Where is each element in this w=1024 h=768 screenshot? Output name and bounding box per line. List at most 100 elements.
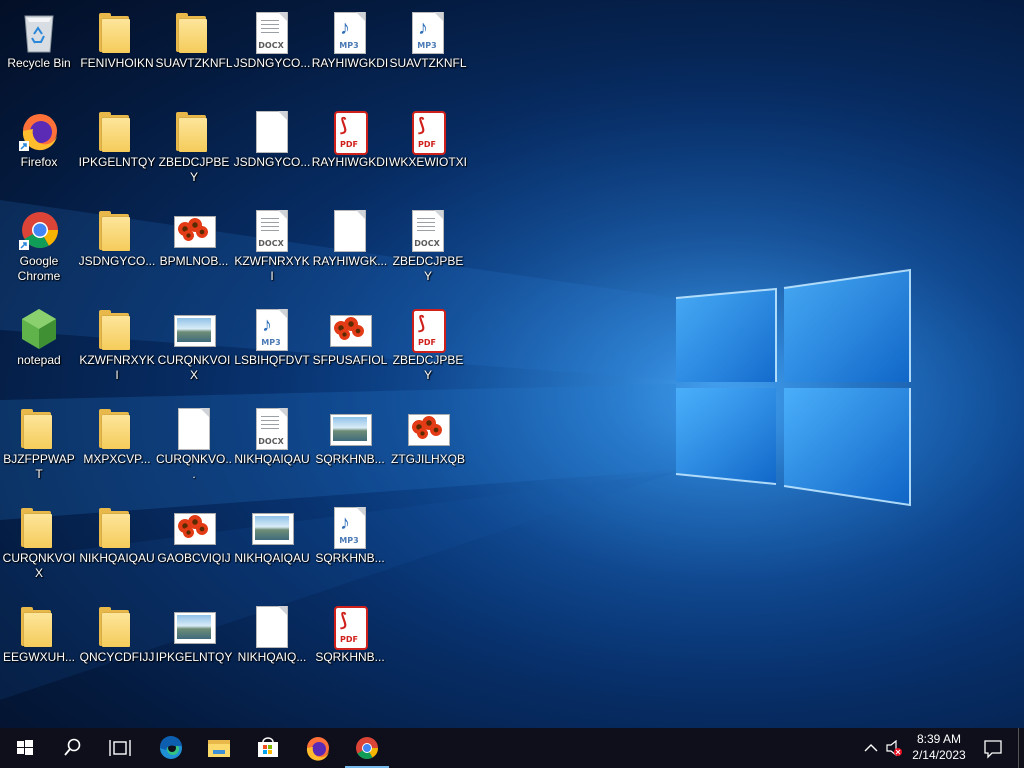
docx-file-icon: DOCX (408, 208, 448, 252)
desktop-icon-label: RAYHIWGKDI (311, 56, 389, 70)
chrome-taskbar-button[interactable] (343, 728, 391, 768)
desktop-icon[interactable]: DOCX ZBEDCJPBEY (389, 202, 467, 294)
desktop[interactable]: Recycle Bin FENIVHOIKN SUAVTZKNFL DOCX JSDNG… (0, 0, 1024, 728)
desktop-icon-label: SQRKHNB... (315, 650, 385, 664)
show-hidden-icons-button[interactable] (860, 728, 882, 768)
desktop-icon[interactable]: MXPXCVP... (78, 400, 156, 492)
store-icon (258, 737, 278, 757)
desktop-icon-label: JSDNGYCO... (233, 56, 311, 70)
desktop-icon-label: Google Chrome (17, 254, 61, 283)
desktop-icon[interactable]: NIKHQAIQAU (233, 499, 311, 591)
chevron-up-icon (864, 744, 878, 752)
desktop-icon[interactable]: ⟆ PDF RAYHIWGKDI (311, 103, 389, 195)
desktop-icon-label: SQRKHNB... (315, 452, 385, 466)
search-icon (64, 738, 81, 756)
desktop-icon-label: SQRKHNB... (315, 551, 385, 565)
desktop-icon[interactable]: ♪ MP3 RAYHIWGKDI (311, 4, 389, 96)
desktop-icon[interactable]: JSDNGYCO... (78, 202, 156, 294)
desktop-icon-label: ZBEDCJPBEY (158, 155, 230, 184)
clock-date: 2/14/2023 (912, 748, 966, 762)
store-button[interactable] (244, 728, 292, 768)
mp3-file-icon: ♪ MP3 (330, 505, 370, 549)
edge-button[interactable] (147, 728, 195, 768)
desktop-icon-label: Recycle Bin (7, 56, 71, 70)
firefox-icon (19, 114, 57, 151)
photo-file-icon (408, 406, 450, 450)
desktop-icon[interactable]: IPKGELNTQY (78, 103, 156, 195)
folder-icon (97, 208, 137, 252)
search-button[interactable] (48, 728, 96, 768)
desktop-icon-label: notepad (17, 353, 61, 367)
desktop-icon-label: SUAVTZKNFL (155, 56, 233, 70)
desktop-icon[interactable]: IPKGELNTQY (155, 598, 233, 690)
desktop-icon-label: MXPXCVP... (83, 452, 151, 466)
desktop-icon[interactable]: EEGWXUH... (0, 598, 78, 690)
desktop-icon[interactable]: NIKHQAIQAU (78, 499, 156, 591)
start-button[interactable] (0, 728, 48, 768)
desktop-icon[interactable]: GAOBCVIQIJ (155, 499, 233, 591)
show-desktop-button[interactable] (1018, 728, 1024, 768)
file-explorer-button[interactable] (195, 728, 243, 768)
task-view-button[interactable] (96, 728, 144, 768)
desktop-icon[interactable]: ⟆ PDF SQRKHNB... (311, 598, 389, 690)
desktop-icon[interactable]: DOCX JSDNGYCO... (233, 4, 311, 96)
desktop-icon[interactable]: DOCX KZWFNRXYKI (233, 202, 311, 294)
task-view-icon (109, 740, 131, 756)
desktop-icon[interactable]: CURQNKVO... (155, 400, 233, 492)
desktop-icon[interactable]: JSDNGYCO... (233, 103, 311, 195)
desktop-icon[interactable]: CURQNKVOIX (155, 301, 233, 393)
desktop-icon[interactable]: BPMLNOB... (155, 202, 233, 294)
firefox-icon (306, 737, 329, 761)
desktop-icon[interactable]: SFPUSAFIOL (311, 301, 389, 393)
mp3-file-icon: ♪ MP3 (252, 307, 292, 351)
desktop-icon[interactable]: BJZFPPWAPT (0, 400, 78, 492)
desktop-icon[interactable]: Recycle Bin (0, 4, 78, 96)
desktop-icon[interactable]: KZWFNRXYKI (78, 301, 156, 393)
desktop-icon[interactable]: Firefox (0, 103, 78, 195)
desktop-icon[interactable]: QNCYCDFIJJ (78, 598, 156, 690)
folder-icon (97, 109, 137, 153)
desktop-icon[interactable]: SUAVTZKNFL (155, 4, 233, 96)
desktop-icon-label: BPMLNOB... (159, 254, 229, 268)
folder-icon (208, 740, 230, 757)
desktop-icon[interactable]: DOCX NIKHQAIQAU (233, 400, 311, 492)
desktop-icon[interactable]: ZBEDCJPBEY (155, 103, 233, 195)
desktop-icon-label: SFPUSAFIOL (312, 353, 388, 367)
chrome-icon (19, 212, 59, 250)
desktop-icon-grid: Recycle Bin FENIVHOIKN SUAVTZKNFL DOCX JSDNG… (0, 0, 480, 728)
desktop-icon-label: IPKGELNTQY (78, 155, 156, 169)
firefox-taskbar-button[interactable] (294, 728, 342, 768)
desktop-icon-label: WKXEWIOTXI (389, 155, 467, 169)
desktop-icon[interactable]: FENIVHOIKN (78, 4, 156, 96)
notifications-button[interactable] (978, 728, 1008, 768)
notepad-icon (22, 309, 56, 349)
desktop-icon-label: NIKHQAIQAU (234, 452, 310, 466)
desktop-icon-label: CURQNKVO... (155, 452, 232, 481)
desktop-icon-label: QNCYCDFIJJ (79, 650, 155, 664)
desktop-icon[interactable]: ZTGJILHXQB (389, 400, 467, 492)
desktop-icon[interactable]: ♪ MP3 LSBIHQFDVT (233, 301, 311, 393)
blank-file-icon (252, 604, 292, 648)
folder-icon (174, 109, 214, 153)
desktop-icon[interactable]: Google Chrome (0, 202, 78, 294)
desktop-icon[interactable]: ♪ MP3 SQRKHNB... (311, 499, 389, 591)
desktop-icon-label: KZWFNRXYKI (234, 254, 310, 283)
desktop-icon[interactable]: ♪ MP3 SUAVTZKNFL (389, 4, 467, 96)
desktop-icon[interactable]: RAYHIWGK... (311, 202, 389, 294)
desktop-icon[interactable]: notepad (0, 301, 78, 393)
notification-icon (984, 740, 1002, 759)
volume-button[interactable] (884, 728, 906, 768)
clock[interactable]: 8:39 AM 2/14/2023 (906, 731, 972, 763)
desktop-icon[interactable]: NIKHQAIQ... (233, 598, 311, 690)
desktop-icon-label: KZWFNRXYKI (79, 353, 155, 382)
docx-file-icon: DOCX (252, 406, 292, 450)
desktop-icon[interactable]: CURQNKVOIX (0, 499, 78, 591)
pdf-file-icon: ⟆ PDF (408, 307, 448, 353)
desktop-icon-label: IPKGELNTQY (155, 650, 233, 664)
desktop-icon[interactable]: SQRKHNB... (311, 400, 389, 492)
desktop-icon[interactable]: ⟆ PDF ZBEDCJPBEY (389, 301, 467, 393)
taskbar: 8:39 AM 2/14/2023 (0, 728, 1024, 768)
desktop-icon[interactable]: ⟆ PDF WKXEWIOTXI (389, 103, 467, 195)
desktop-icon-label: CURQNKVOIX (2, 551, 76, 580)
blank-file-icon (252, 109, 292, 153)
